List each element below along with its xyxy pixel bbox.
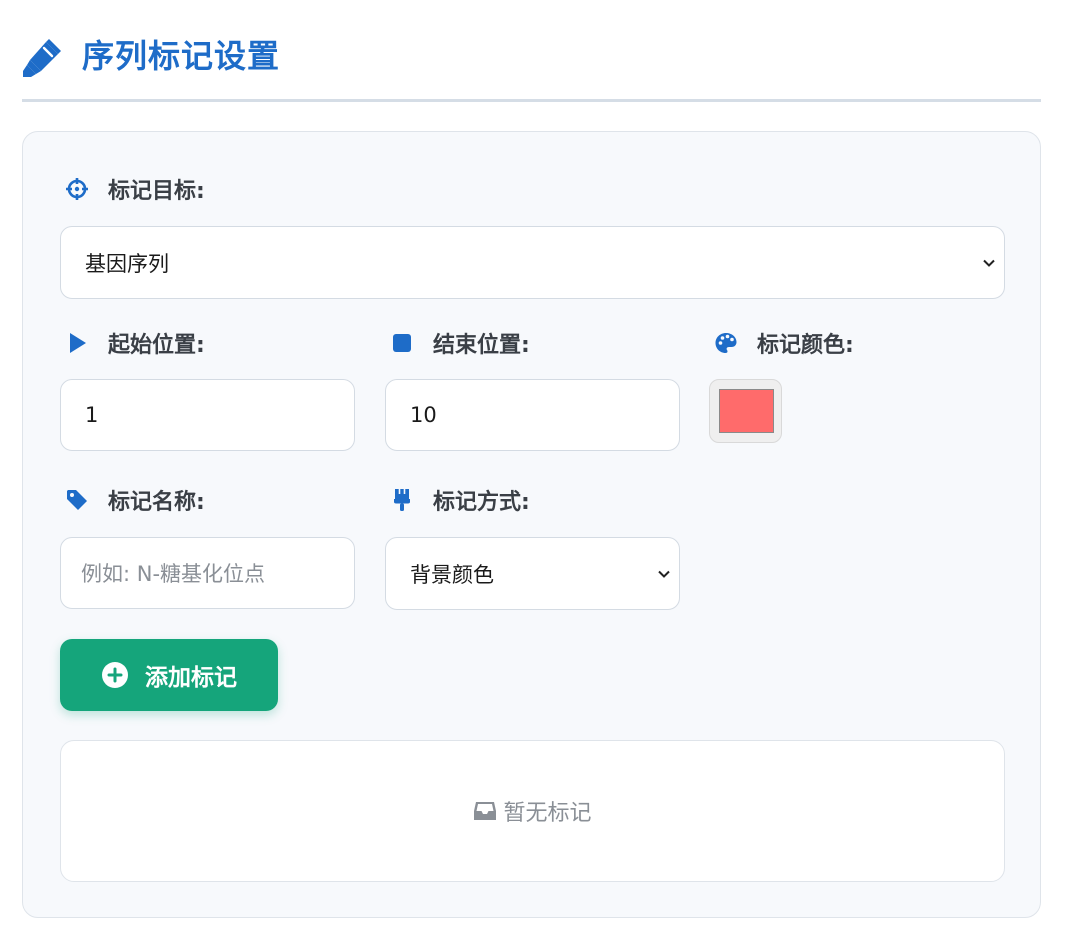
target-select[interactable]: 基因序列 xyxy=(60,226,1005,299)
marker-method-select[interactable]: 背景颜色 xyxy=(385,537,680,610)
color-picker[interactable] xyxy=(709,379,782,443)
marker-settings-panel: 标记目标: 基因序列 起始位置: 1 结束位置: 10 标记颜色: 标记名称: … xyxy=(22,131,1041,918)
chevron-down-icon xyxy=(983,259,995,267)
marker-list: 暂无标记 xyxy=(60,740,1005,882)
name-label: 标记名称: xyxy=(64,485,205,515)
empty-state-text: 暂无标记 xyxy=(503,801,592,826)
highlighter-icon xyxy=(23,39,61,77)
stop-icon xyxy=(389,330,415,356)
marker-name-input[interactable]: 例如: N-糖基化位点 xyxy=(60,537,355,609)
start-label: 起始位置: xyxy=(64,328,205,358)
end-position-input[interactable]: 10 xyxy=(385,379,680,451)
paint-brush-icon xyxy=(389,487,415,513)
tag-icon xyxy=(64,487,90,513)
color-label: 标记颜色: xyxy=(713,328,854,358)
end-label: 结束位置: xyxy=(389,328,530,358)
crosshairs-icon xyxy=(64,176,90,202)
add-marker-button[interactable]: 添加标记 xyxy=(60,639,278,711)
chevron-down-icon xyxy=(658,570,670,578)
inbox-icon xyxy=(474,802,497,820)
method-label: 标记方式: xyxy=(389,485,530,515)
page-header: 序列标记设置 xyxy=(22,30,1041,102)
start-position-input[interactable]: 1 xyxy=(60,379,355,451)
page-title: 序列标记设置 xyxy=(82,37,281,75)
plus-circle-icon xyxy=(102,662,128,688)
color-swatch xyxy=(719,389,774,433)
palette-icon xyxy=(713,330,739,356)
play-icon xyxy=(64,330,90,356)
target-label: 标记目标: xyxy=(64,174,205,204)
